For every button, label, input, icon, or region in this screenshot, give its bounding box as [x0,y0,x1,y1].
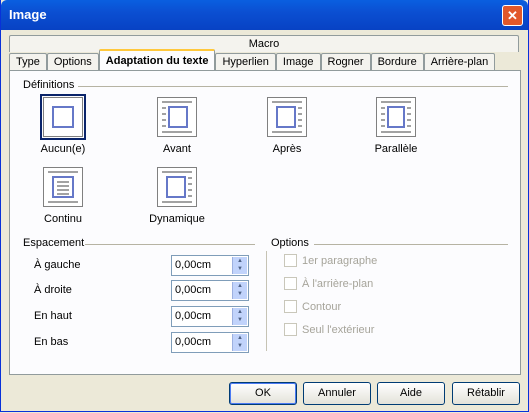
checkbox-box [284,323,297,336]
options-separator [266,251,267,351]
wrap-through-label: Continu [44,213,82,225]
tab-background[interactable]: Arrière-plan [423,53,496,70]
reset-button[interactable]: Rétablir [452,382,520,405]
in-background-label: À l'arrière-plan [302,277,374,290]
wrap-before-label: Avant [163,143,191,155]
spacing-bottom-spinner[interactable]: ▲ ▼ [232,334,247,351]
contour-checkbox[interactable]: Contour [284,300,341,313]
first-paragraph-checkbox[interactable]: 1er paragraphe [284,254,377,267]
spacing-left-spinner[interactable]: ▲ ▼ [232,257,247,274]
options-heading: Options [271,237,309,249]
in-background-checkbox[interactable]: À l'arrière-plan [284,277,373,290]
first-paragraph-label: 1er paragraphe [302,254,378,267]
spacing-left-value: 0,00cm [175,259,212,271]
wrap-dynamic-label: Dynamique [149,213,205,225]
spacing-top-value: 0,00cm [175,310,212,322]
spacing-right-field[interactable]: 0,00cm ▲ ▼ [171,280,249,301]
wrap-dynamic-option[interactable]: Dynamique [137,167,217,225]
help-button[interactable]: Aide [377,382,445,405]
spacing-left-label: À gauche [34,259,81,271]
spacing-right-value: 0,00cm [175,284,212,296]
wrap-before-icon [157,97,197,137]
outside-only-checkbox[interactable]: Seul l'extérieur [284,323,374,336]
wrap-parallel-icon [376,97,416,137]
wrap-none-option[interactable]: Aucun(e) [23,94,103,155]
options-divider [314,244,508,245]
image-dialog: Image ✕ Macro Type Options Adaptation du… [0,0,529,412]
spacing-left-field[interactable]: 0,00cm ▲ ▼ [171,255,249,276]
tab-options[interactable]: Options [46,53,99,70]
wrap-none-icon [40,94,86,140]
spacing-bottom-label: En bas [34,336,69,348]
wrap-after-icon [267,97,307,137]
wrap-through-option[interactable]: Continu [23,167,103,225]
checkbox-box [284,300,297,313]
spacing-right-spinner[interactable]: ▲ ▼ [232,282,247,299]
spacing-top-field[interactable]: 0,00cm ▲ ▼ [171,306,249,327]
cancel-button[interactable]: Annuler [303,382,371,405]
wrap-after-label: Après [272,143,302,155]
spacing-bottom-value: 0,00cm [175,336,212,348]
contour-label: Contour [302,300,342,313]
tab-crop[interactable]: Rogner [320,53,371,70]
tab-borders[interactable]: Bordure [370,53,424,70]
wrap-through-icon [43,167,83,207]
wrap-parallel-option[interactable]: Parallèle [356,97,436,155]
tab-hyperlink[interactable]: Hyperlien [215,53,276,70]
title-bar[interactable]: Image ✕ [1,0,528,30]
tab-panel: Définitions Aucun(e) Avant Après Parallè [9,70,521,375]
wrap-before-option[interactable]: Avant [137,97,217,155]
spacing-heading: Espacement [23,237,85,249]
ok-button[interactable]: OK [229,382,297,405]
spacing-right-label: À droite [34,284,72,296]
tab-macro[interactable]: Macro [9,35,519,52]
close-icon[interactable]: ✕ [502,5,523,26]
tab-row-bottom: Type Options Adaptation du texte Hyperli… [9,49,496,71]
tab-image[interactable]: Image [275,53,321,70]
checkbox-box [284,277,297,290]
tab-wrap[interactable]: Adaptation du texte [98,49,216,71]
window-title: Image [9,7,47,22]
wrap-after-option[interactable]: Après [247,97,327,155]
tab-type[interactable]: Type [9,53,47,70]
definitions-divider [78,86,508,87]
wrap-none-label: Aucun(e) [40,143,86,155]
definitions-heading: Définitions [23,79,75,91]
wrap-parallel-label: Parallèle [374,143,418,155]
tab-row-top: Macro [9,35,519,52]
wrap-dynamic-icon [157,167,197,207]
checkbox-box [284,254,297,267]
spacing-divider [85,244,255,245]
spacing-top-spinner[interactable]: ▲ ▼ [232,308,247,325]
spacing-top-label: En haut [34,310,72,322]
outside-only-label: Seul l'extérieur [302,323,375,336]
spacing-bottom-field[interactable]: 0,00cm ▲ ▼ [171,332,249,353]
